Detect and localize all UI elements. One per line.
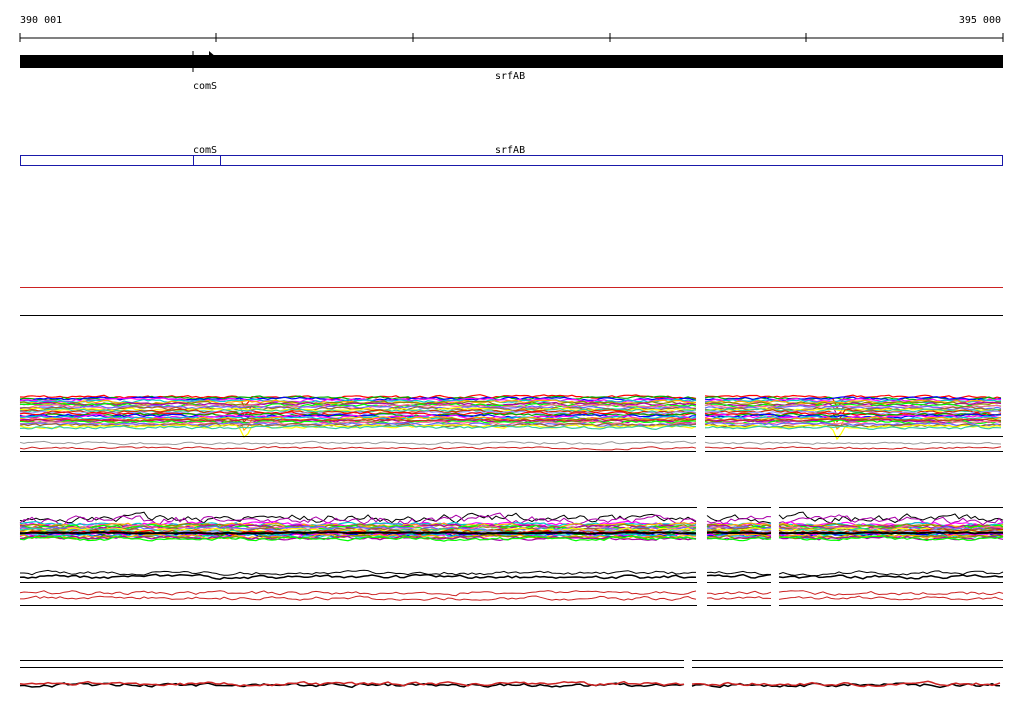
signal-line: [19, 682, 685, 689]
signal-line: [20, 569, 696, 576]
signal-line: [778, 590, 1004, 596]
signal-line: [19, 573, 697, 580]
signal-line: [778, 595, 1004, 601]
signal-line: [706, 570, 772, 576]
genome-browser: 390 001 395 000 comS srfAB comS srfAB: [19, 15, 1004, 689]
signal-line: [778, 574, 1004, 580]
signal-line: [19, 590, 697, 597]
signal-line: [707, 590, 772, 596]
expression-track-1: [19, 394, 1003, 452]
signal-line: [19, 445, 697, 451]
expression-track-2: [19, 507, 1004, 606]
annotation-box[interactable]: [20, 155, 1003, 166]
signal-line: [20, 595, 697, 601]
ruler-end-label: 395 000: [959, 15, 1001, 26]
signal-line: [19, 511, 697, 524]
gene-comS-label[interactable]: comS: [193, 81, 217, 92]
gene-srfAB-bar[interactable]: [20, 55, 1003, 68]
signal-line: [778, 531, 1004, 535]
annotation-srfAB-label[interactable]: srfAB: [495, 145, 525, 156]
signal-line: [19, 440, 697, 446]
signal-line: [704, 441, 1002, 445]
signal-line: [706, 573, 772, 579]
annotation-track: comS srfAB: [20, 145, 1003, 166]
signal-line: [706, 531, 772, 535]
signal-line: [706, 596, 772, 600]
gene-track: comS srfAB: [20, 51, 1003, 92]
signal-line: [706, 515, 772, 525]
annotation-comS-label[interactable]: comS: [193, 145, 217, 156]
ruler-start-label: 390 001: [20, 15, 62, 26]
coordinate-ruler: 390 001 395 000: [19, 15, 1004, 42]
gene-srfAB-label[interactable]: srfAB: [495, 71, 525, 82]
signal-line: [704, 446, 1002, 450]
expression-track-3: [19, 660, 1003, 689]
